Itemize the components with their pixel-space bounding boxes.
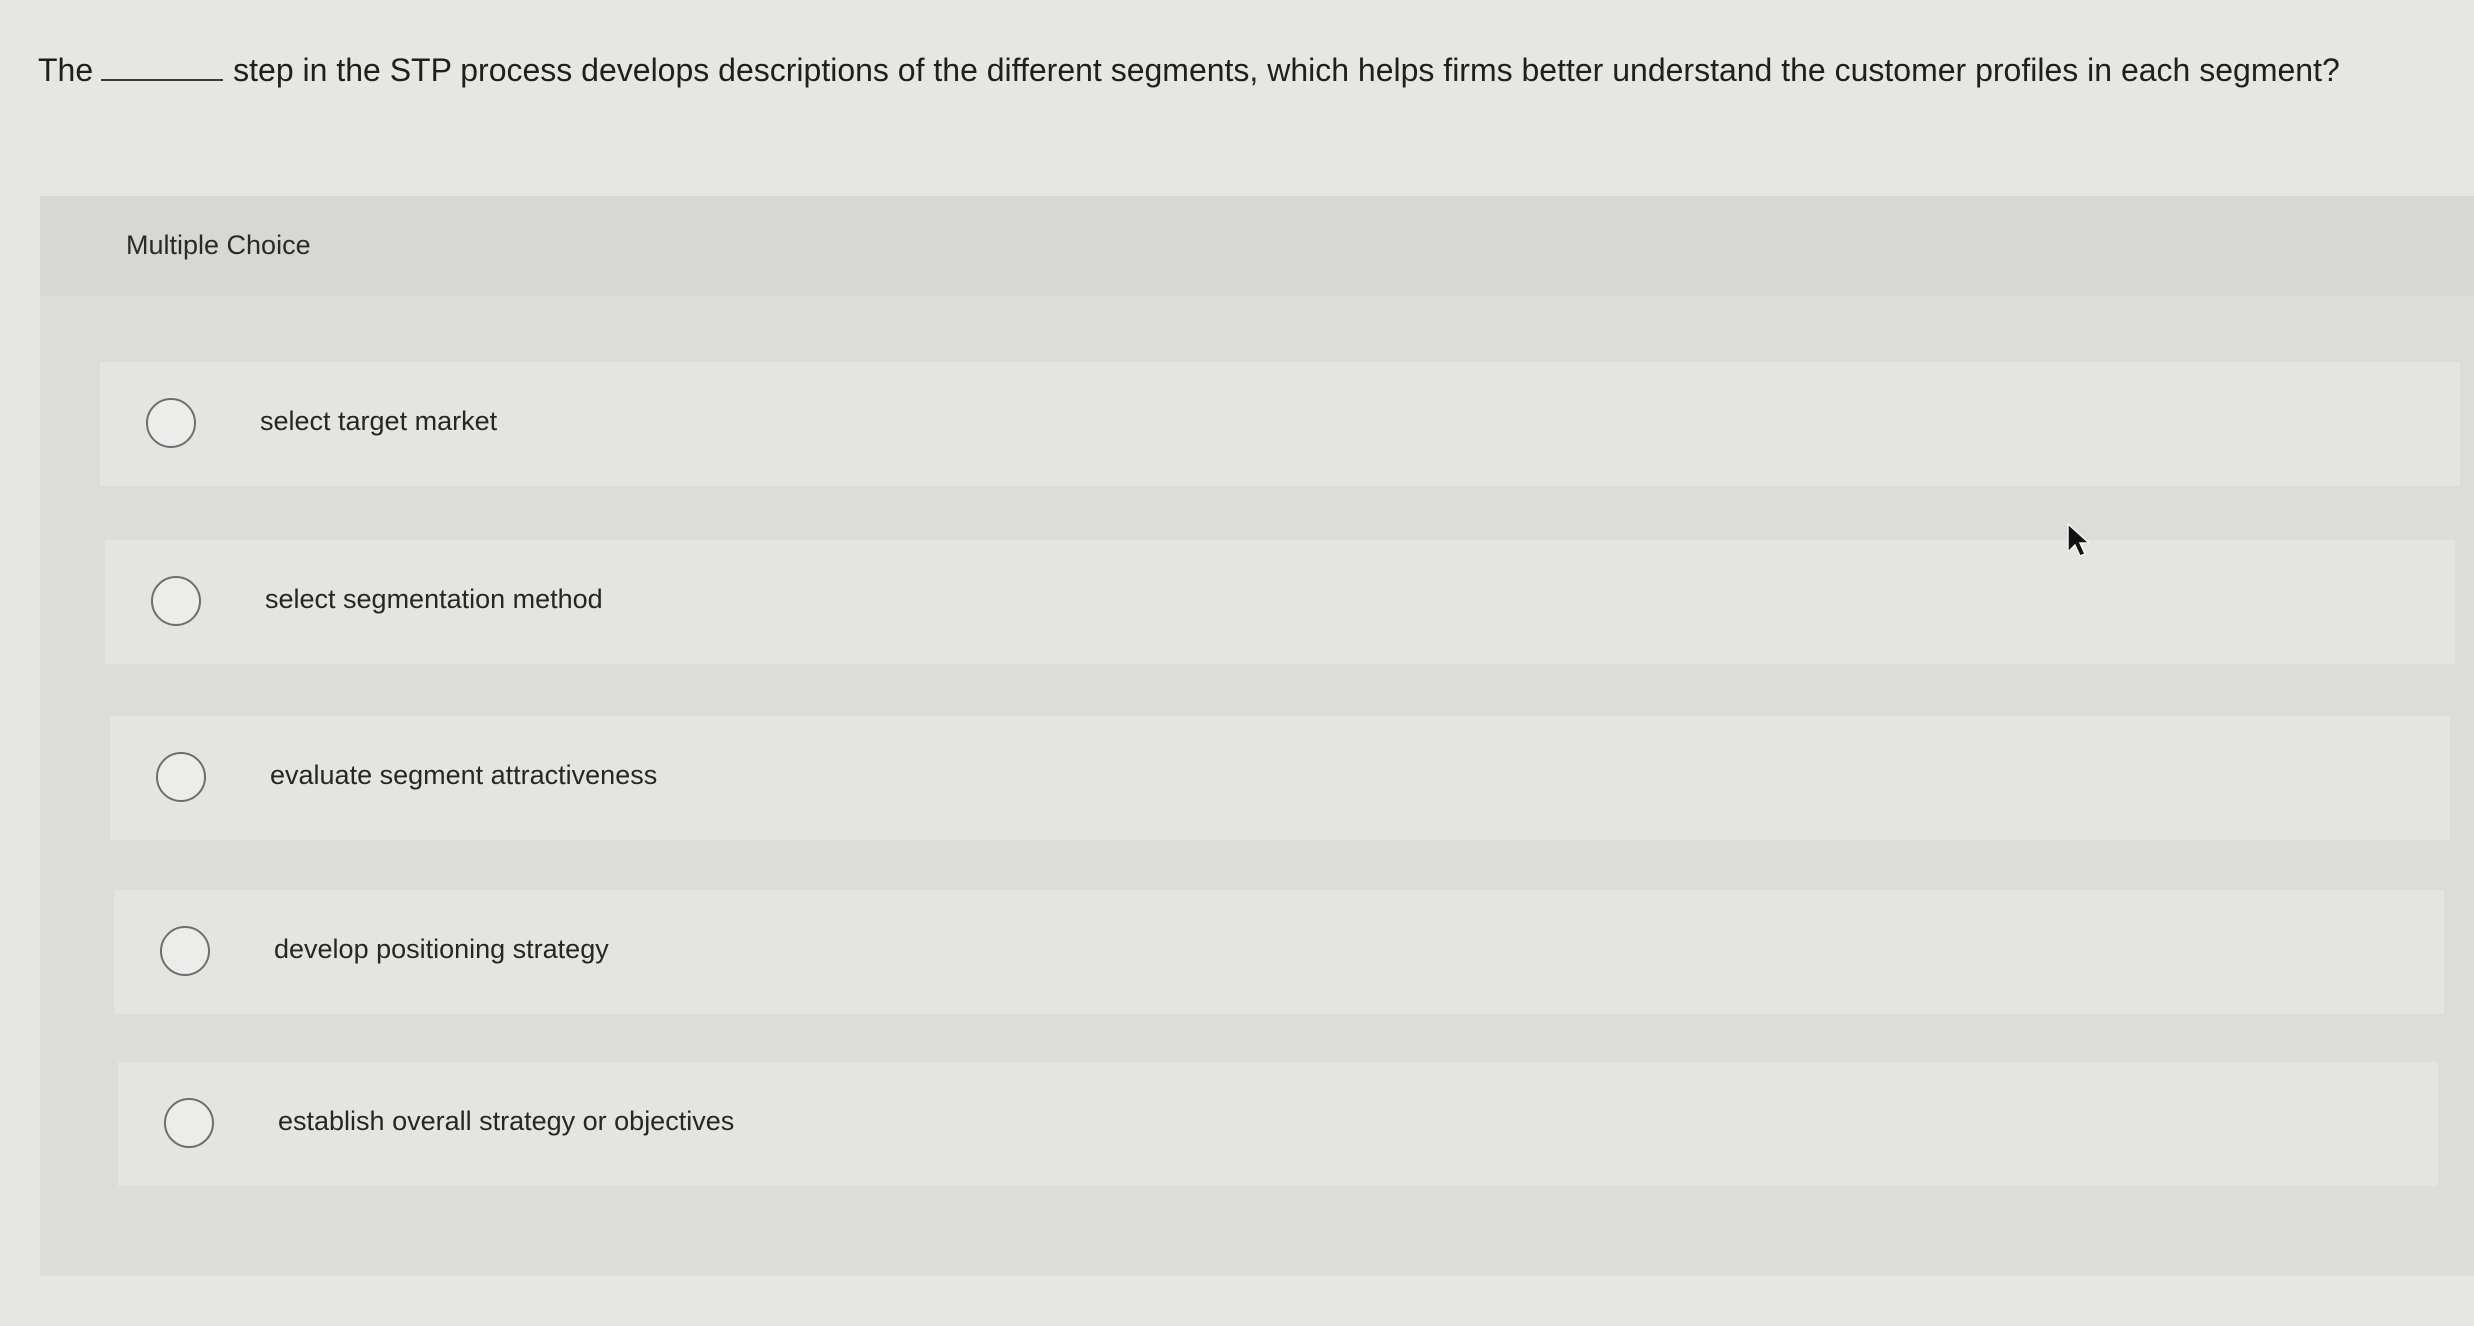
question-text: The step in the STP process develops desc… [38, 48, 2438, 92]
option-develop-positioning-strategy[interactable]: develop positioning strategy [114, 890, 2444, 1014]
option-label: select target market [260, 406, 498, 436]
answer-options: select target market select segmentation… [40, 196, 2474, 1276]
option-label: establish overall strategy or objectives [278, 1106, 735, 1136]
option-evaluate-segment-attractiveness[interactable]: evaluate segment attractiveness [110, 716, 2450, 840]
option-label: develop positioning strategy [274, 934, 609, 964]
radio-unchecked-icon[interactable] [156, 752, 206, 802]
radio-unchecked-icon[interactable] [146, 398, 196, 448]
question-suffix: step in the STP process develops descrip… [233, 52, 2340, 88]
radio-unchecked-icon[interactable] [160, 926, 210, 976]
answer-blank [101, 79, 224, 81]
option-select-segmentation-method[interactable]: select segmentation method [105, 540, 2455, 664]
option-select-target-market[interactable]: select target market [100, 362, 2460, 486]
radio-unchecked-icon[interactable] [151, 576, 201, 626]
multiple-choice-panel: Multiple Choice select target market sel… [40, 196, 2474, 1276]
radio-unchecked-icon[interactable] [164, 1098, 214, 1148]
option-label: evaluate segment attractiveness [270, 760, 658, 790]
mouse-pointer-icon [2067, 522, 2090, 557]
question-prefix: The [38, 52, 94, 88]
option-label: select segmentation method [265, 584, 603, 614]
option-establish-overall-strategy[interactable]: establish overall strategy or objectives [118, 1062, 2438, 1186]
